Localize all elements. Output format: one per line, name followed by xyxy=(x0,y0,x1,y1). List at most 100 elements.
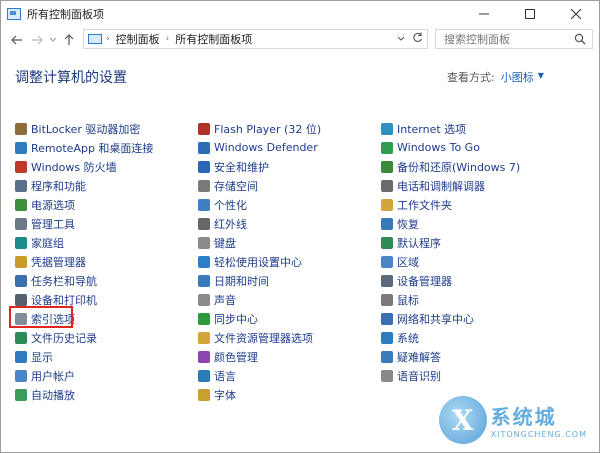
item-label: 语音识别 xyxy=(397,369,441,383)
arrow-left-icon xyxy=(11,35,22,45)
item-label: 颜色管理 xyxy=(214,350,258,364)
item-label: 字体 xyxy=(214,388,236,402)
control-panel-item[interactable]: 键盘 xyxy=(198,233,321,252)
control-panel-item[interactable]: 工作文件夹 xyxy=(381,195,520,214)
forward-button[interactable] xyxy=(27,29,47,51)
control-panel-item[interactable]: 凭据管理器 xyxy=(15,252,153,271)
breadcrumb-control-panel[interactable]: 控制面板 xyxy=(116,31,160,47)
close-icon xyxy=(571,9,581,19)
recent-locations-button[interactable] xyxy=(47,29,59,51)
item-label: RemoteApp 和桌面连接 xyxy=(31,141,154,155)
control-panel-item[interactable]: 用户帐户 xyxy=(15,366,153,385)
control-panel-item[interactable]: Windows To Go xyxy=(381,138,520,157)
control-panel-item[interactable]: 显示 xyxy=(15,347,153,366)
watermark-cn: 系统城 xyxy=(490,405,557,429)
chevron-down-icon[interactable]: ▼ xyxy=(538,71,544,85)
refresh-button[interactable] xyxy=(409,32,425,46)
control-panel-item[interactable]: 系统 xyxy=(381,328,520,347)
control-panel-item[interactable]: 字体 xyxy=(198,385,321,404)
watermark-text: 系统城 XITONGCHENG.COM xyxy=(491,401,587,439)
title-bar[interactable]: 所有控制面板项 xyxy=(1,1,599,27)
control-panel-item[interactable]: RemoteApp 和桌面连接 xyxy=(15,138,153,157)
breadcrumb-separator-icon[interactable]: › xyxy=(166,34,170,44)
control-panel-item[interactable]: 任务栏和导航 xyxy=(15,271,153,290)
control-panel-item[interactable]: 家庭组 xyxy=(15,233,153,252)
control-panel-item[interactable]: 语音识别 xyxy=(381,366,520,385)
control-panel-item[interactable]: 文件历史记录 xyxy=(15,328,153,347)
control-panel-item[interactable]: 轻松使用设置中心 xyxy=(198,252,321,271)
control-panel-item[interactable]: BitLocker 驱动器加密 xyxy=(15,119,153,138)
item-icon xyxy=(15,141,27,154)
view-by-dropdown[interactable]: 小图标 xyxy=(501,69,534,85)
breadcrumb-all-items[interactable]: 所有控制面板项 xyxy=(175,31,252,47)
control-panel-item[interactable]: 红外线 xyxy=(198,214,321,233)
breadcrumb-separator-icon[interactable]: › xyxy=(106,34,110,44)
item-label: 任务栏和导航 xyxy=(31,274,97,288)
control-panel-item[interactable]: 管理工具 xyxy=(15,214,153,233)
view-by-label: 查看方式: xyxy=(447,71,495,84)
window-controls xyxy=(461,1,599,27)
control-panel-item[interactable]: 电话和调制解调器 xyxy=(381,176,520,195)
item-icon xyxy=(198,160,210,173)
item-label: 凭据管理器 xyxy=(31,255,86,269)
item-icon xyxy=(198,198,210,211)
item-label: Flash Player (32 位) xyxy=(214,122,322,136)
control-panel-item[interactable]: 鼠标 xyxy=(381,290,520,309)
control-panel-item[interactable]: 日期和时间 xyxy=(198,271,321,290)
arrow-right-icon xyxy=(32,35,43,45)
control-panel-item[interactable]: 疑难解答 xyxy=(381,347,520,366)
item-icon xyxy=(381,160,393,173)
control-panel-item[interactable]: Windows Defender xyxy=(198,138,321,157)
item-icon xyxy=(381,331,393,344)
address-dropdown-button[interactable] xyxy=(393,34,409,45)
item-icon xyxy=(15,350,27,363)
control-panel-item[interactable]: 颜色管理 xyxy=(198,347,321,366)
navigation-bar: › 控制面板 › 所有控制面板项 搜索控制面板 xyxy=(1,27,599,53)
up-button[interactable] xyxy=(59,29,79,51)
control-panel-item[interactable]: 电源选项 xyxy=(15,195,153,214)
back-button[interactable] xyxy=(7,29,27,51)
item-label: 电话和调制解调器 xyxy=(397,179,485,193)
item-label: 家庭组 xyxy=(31,236,64,250)
control-panel-item[interactable]: 语言 xyxy=(198,366,321,385)
control-panel-item[interactable]: Flash Player (32 位) xyxy=(198,119,321,138)
control-panel-item[interactable]: Internet 选项 xyxy=(381,119,520,138)
item-icon xyxy=(15,331,27,344)
control-panel-small-icon xyxy=(88,34,102,44)
address-bar[interactable]: › 控制面板 › 所有控制面板项 xyxy=(83,29,428,49)
item-icon xyxy=(381,141,393,154)
control-panel-item[interactable]: 设备管理器 xyxy=(381,271,520,290)
control-panel-item[interactable]: 声音 xyxy=(198,290,321,309)
maximize-button[interactable] xyxy=(507,1,553,27)
item-icon xyxy=(198,122,210,135)
item-icon xyxy=(381,122,393,135)
item-icon xyxy=(198,179,210,192)
item-label: 键盘 xyxy=(214,236,236,250)
item-icon xyxy=(198,293,210,306)
control-panel-item[interactable]: 程序和功能 xyxy=(15,176,153,195)
item-label: 默认程序 xyxy=(397,236,441,250)
item-label: 日期和时间 xyxy=(214,274,269,288)
control-panel-item[interactable]: 自动播放 xyxy=(15,385,153,404)
control-panel-item[interactable]: 同步中心 xyxy=(198,309,321,328)
item-label: 工作文件夹 xyxy=(397,198,452,212)
control-panel-item[interactable]: 网络和共享中心 xyxy=(381,309,520,328)
item-label: 轻松使用设置中心 xyxy=(214,255,302,269)
search-placeholder: 搜索控制面板 xyxy=(444,33,510,46)
control-panel-item[interactable]: 文件资源管理器选项 xyxy=(198,328,321,347)
item-label: 系统 xyxy=(397,331,419,345)
control-panel-item[interactable]: 存储空间 xyxy=(198,176,321,195)
control-panel-item[interactable]: 恢复 xyxy=(381,214,520,233)
minimize-button[interactable] xyxy=(461,1,507,27)
control-panel-item[interactable]: 个性化 xyxy=(198,195,321,214)
item-label: 管理工具 xyxy=(31,217,75,231)
search-box[interactable]: 搜索控制面板 xyxy=(435,29,593,49)
control-panel-item[interactable]: 备份和还原(Windows 7) xyxy=(381,157,520,176)
control-panel-item[interactable]: 默认程序 xyxy=(381,233,520,252)
control-panel-item[interactable]: 区域 xyxy=(381,252,520,271)
control-panel-item[interactable]: 安全和维护 xyxy=(198,157,321,176)
item-label: 备份和还原(Windows 7) xyxy=(397,160,521,174)
item-label: 网络和共享中心 xyxy=(397,312,474,326)
control-panel-item[interactable]: Windows 防火墙 xyxy=(15,157,153,176)
close-button[interactable] xyxy=(553,1,599,27)
